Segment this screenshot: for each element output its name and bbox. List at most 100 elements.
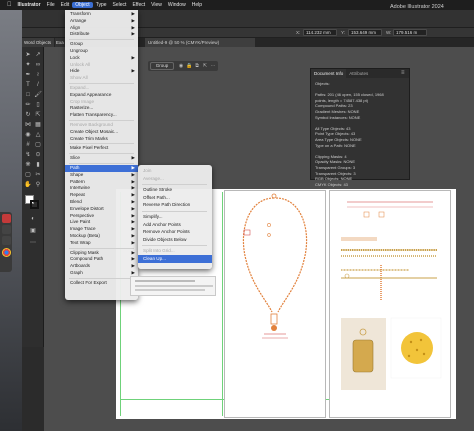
scale-tool-icon[interactable]: ⇱ xyxy=(34,111,42,119)
shape-builder-icon[interactable]: ◉ xyxy=(24,131,32,139)
menu-object[interactable]: Object xyxy=(72,2,93,8)
rectangle-tool-icon[interactable]: □ xyxy=(24,91,32,99)
path-menu-item-reverse-path-direction[interactable]: Reverse Path Direction xyxy=(138,201,212,209)
recolor-icon[interactable]: ◉ xyxy=(178,63,184,69)
apple-menu-icon[interactable]:  xyxy=(4,2,15,8)
magic-wand-icon[interactable]: ✦ xyxy=(24,61,32,69)
group-button[interactable]: Group xyxy=(150,62,174,70)
width-tool-icon[interactable]: ⋈ xyxy=(24,121,32,129)
type-tool-icon[interactable]: T xyxy=(24,81,32,89)
graph-tool-icon[interactable]: ▮ xyxy=(34,161,42,169)
object-menu-item-distribute[interactable]: Distribute ▶ xyxy=(65,31,138,38)
menu-help[interactable]: Help xyxy=(189,2,205,8)
hand-tool-icon[interactable]: ✋ xyxy=(24,181,32,189)
menu-illustrator[interactable]: Illustrator xyxy=(15,2,44,8)
dock-app-icon[interactable] xyxy=(2,236,11,245)
eraser-icon[interactable]: ▯ xyxy=(34,101,42,109)
object-menu-item-envelope-distort[interactable]: Envelope Distort ▶ xyxy=(65,206,138,213)
eyedropper-icon[interactable]: ↯ xyxy=(24,151,32,159)
zoom-tool-icon[interactable]: ⚲ xyxy=(34,181,42,189)
slice-tool-icon[interactable]: ✂ xyxy=(34,171,42,179)
object-menu-item-pattern[interactable]: Pattern ▶ xyxy=(65,179,138,186)
lasso-icon[interactable]: ∞ xyxy=(34,61,42,69)
pencil-icon[interactable]: ✏ xyxy=(24,101,32,109)
object-menu-item-align[interactable]: Align ▶ xyxy=(65,25,138,32)
path-menu-item-remove-anchor-points[interactable]: Remove Anchor Points xyxy=(138,228,212,236)
object-menu-item-create-trim-marks[interactable]: Create Trim Marks xyxy=(65,136,138,143)
symbol-sprayer-icon[interactable]: ❋ xyxy=(24,161,32,169)
object-menu-item-perspective[interactable]: Perspective ▶ xyxy=(65,213,138,220)
perspective-grid-icon[interactable]: △ xyxy=(34,131,42,139)
lock-icon[interactable]: 🔒 xyxy=(186,63,192,69)
duplicate-icon[interactable]: ⧉ xyxy=(194,63,200,69)
path-menu-item-add-anchor-points[interactable]: Add Anchor Points xyxy=(138,221,212,229)
tab-exa[interactable]: Exa xyxy=(55,38,65,47)
dock-app-icon[interactable] xyxy=(2,225,11,234)
path-menu-item-clean-up[interactable]: Clean Up... xyxy=(138,255,212,263)
object-menu-item-mockup-beta[interactable]: Mockup (Beta) ▶ xyxy=(65,233,138,240)
object-menu-item-rasterize[interactable]: Rasterize... xyxy=(65,105,138,112)
gradient-tool-icon[interactable]: ▢ xyxy=(34,141,42,149)
object-menu-item-ungroup[interactable]: Ungroup xyxy=(65,48,138,55)
menu-edit[interactable]: Edit xyxy=(58,2,73,8)
object-menu-item-clipping-mask[interactable]: Clipping Mask ▶ xyxy=(65,250,138,257)
edit-toolbar-icon[interactable]: ⋯ xyxy=(29,239,37,247)
x-field[interactable]: 114.232 mm xyxy=(303,29,337,36)
object-menu-item-slice[interactable]: Slice ▶ xyxy=(65,155,138,162)
object-menu-item-transform[interactable]: Transform ▶ xyxy=(65,11,138,18)
object-menu-item-live-paint[interactable]: Live Paint ▶ xyxy=(65,219,138,226)
spec-sheet-drawing[interactable] xyxy=(329,190,451,418)
free-transform-icon[interactable]: ▦ xyxy=(34,121,42,129)
object-menu-item-graph[interactable]: Graph ▶ xyxy=(65,270,138,277)
selection-tool-icon[interactable]: ➤ xyxy=(24,51,32,59)
blend-tool-icon[interactable]: ⊙ xyxy=(34,151,42,159)
object-menu-item-blend[interactable]: Blend ▶ xyxy=(65,199,138,206)
more-options-icon[interactable]: ⋯ xyxy=(210,63,216,69)
curvature-tool-icon[interactable]: ≀ xyxy=(34,71,42,79)
object-menu-item-arrange[interactable]: Arrange ▶ xyxy=(65,18,138,25)
object-menu-item-text-wrap[interactable]: Text Wrap ▶ xyxy=(65,240,138,247)
menu-select[interactable]: Select xyxy=(110,2,130,8)
direct-selection-tool-icon[interactable]: ↗ xyxy=(34,51,42,59)
tab-document[interactable]: Untitled-9 @ 50 % (CMYK/Preview) xyxy=(145,38,255,47)
rotate-tool-icon[interactable]: ↻ xyxy=(24,111,32,119)
path-menu-item-simplify[interactable]: Simplify... xyxy=(138,213,212,221)
object-menu-item-flatten-transparency[interactable]: Flatten Transparency... xyxy=(65,112,138,119)
object-menu-item-repeat[interactable]: Repeat ▶ xyxy=(65,192,138,199)
dock-app-icon[interactable] xyxy=(2,214,11,223)
object-menu-item-create-object-mosaic[interactable]: Create Object Mosaic... xyxy=(65,129,138,136)
object-menu-item-artboards[interactable]: Artboards ▶ xyxy=(65,263,138,270)
w-field[interactable]: 179.516 m xyxy=(393,29,427,36)
object-menu-item-collect-for-export[interactable]: Collect For Export▶ xyxy=(65,280,138,287)
object-menu-item-shape[interactable]: Shape ▶ xyxy=(65,172,138,179)
paintbrush-icon[interactable]: 🖌 xyxy=(34,91,42,99)
object-menu-item-compound-path[interactable]: Compound Path ▶ xyxy=(65,256,138,263)
object-menu-item-make-pixel-perfect[interactable]: Make Pixel Perfect xyxy=(65,145,138,152)
mesh-tool-icon[interactable]: # xyxy=(24,141,32,149)
menu-type[interactable]: Type xyxy=(93,2,110,8)
menu-view[interactable]: View xyxy=(148,2,165,8)
tab-attributes[interactable]: Attributes xyxy=(346,69,371,78)
screen-mode-icon[interactable]: ▣ xyxy=(29,227,37,235)
artboard-tool-icon[interactable]: ▢ xyxy=(24,171,32,179)
object-menu-item-lock[interactable]: Lock ▶ xyxy=(65,55,138,62)
object-menu-item-image-trace[interactable]: Image Trace ▶ xyxy=(65,226,138,233)
pen-tool-icon[interactable]: ✒ xyxy=(24,71,32,79)
line-tool-icon[interactable]: / xyxy=(34,81,42,89)
path-menu-item-offset-path[interactable]: Offset Path... xyxy=(138,194,212,202)
chrome-icon[interactable] xyxy=(2,248,11,257)
menu-window[interactable]: Window xyxy=(165,2,189,8)
menu-effect[interactable]: Effect xyxy=(129,2,148,8)
tab-document-info[interactable]: Document Info xyxy=(311,69,347,78)
panel-menu-icon[interactable]: ≡ xyxy=(401,70,405,76)
necklace-drawing[interactable] xyxy=(224,190,326,418)
transform-icon[interactable]: ⇱ xyxy=(202,63,208,69)
draw-mode-icon[interactable]: ◐ xyxy=(29,215,37,223)
y-field[interactable]: 153.649 mm xyxy=(348,29,382,36)
object-menu-item-hide[interactable]: Hide ▶ xyxy=(65,68,138,75)
object-menu-item-path[interactable]: Path ▶ xyxy=(65,165,138,172)
menu-file[interactable]: File xyxy=(44,2,58,8)
stroke-swatch[interactable] xyxy=(30,200,39,209)
object-menu-item-group[interactable]: Group xyxy=(65,41,138,48)
object-menu-item-expand-appearance[interactable]: Expand Appearance xyxy=(65,92,138,99)
